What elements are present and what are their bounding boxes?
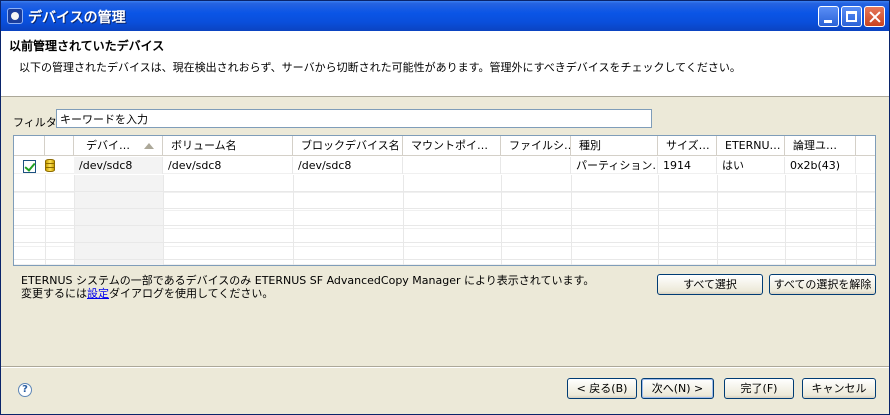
close-button[interactable] bbox=[864, 6, 885, 27]
column-header-mount-point[interactable]: マウントポイ… bbox=[403, 136, 501, 156]
row-checkbox[interactable] bbox=[23, 160, 36, 173]
next-button[interactable]: 次へ(N) > bbox=[641, 378, 714, 399]
column-header-eternus[interactable]: ETERNU… bbox=[717, 136, 785, 156]
cell-logical-unit: 0x2b(43) bbox=[785, 157, 856, 174]
table-column-lines bbox=[14, 175, 875, 265]
column-header-icon[interactable] bbox=[45, 136, 74, 156]
column-header-size[interactable]: サイズ… bbox=[658, 136, 717, 156]
info-note-prefix: 変更するには bbox=[21, 287, 87, 300]
wizard-header: 以前管理されていたデバイス 以下の管理されたデバイスは、現在検出されおらず、サー… bbox=[1, 31, 889, 97]
cell-size: 1914 bbox=[658, 157, 717, 174]
title-bar[interactable]: デバイスの管理 bbox=[1, 1, 889, 31]
cell-block-device-name: /dev/sdc8 bbox=[293, 157, 403, 174]
cell-type: パーティション… bbox=[571, 157, 658, 174]
column-header-device[interactable]: デバイ… bbox=[74, 136, 163, 156]
app-icon bbox=[7, 8, 23, 24]
page-title: 以前管理されていたデバイス bbox=[9, 39, 165, 53]
cancel-button[interactable]: キャンセル bbox=[802, 378, 876, 399]
maximize-button[interactable] bbox=[841, 6, 862, 27]
select-all-button[interactable]: すべて選択 bbox=[657, 274, 763, 295]
cell-mount-point bbox=[403, 157, 501, 174]
table-row[interactable]: /dev/sdc8 /dev/sdc8 /dev/sdc8 パーティション… 1… bbox=[14, 157, 875, 174]
window-title: デバイスの管理 bbox=[28, 10, 126, 26]
table-header: デバイ… ボリューム名 ブロックデバイス名 マウントポイ… ファイルシ… 種別 … bbox=[14, 136, 875, 156]
cell-filesystem bbox=[501, 157, 571, 174]
disk-icon bbox=[45, 159, 55, 172]
footer-separator bbox=[1, 366, 889, 368]
info-note-suffix: ダイアログを使用してください。 bbox=[109, 287, 274, 300]
sort-ascending-icon bbox=[144, 143, 154, 149]
info-note-line2: 変更するには設定ダイアログを使用してください。 bbox=[21, 287, 594, 300]
settings-link[interactable]: 設定 bbox=[87, 287, 109, 300]
finish-button[interactable]: 完了(F) bbox=[724, 378, 794, 399]
info-note: ETERNUS システムの一部であるデバイスのみ ETERNUS SF Adva… bbox=[21, 274, 594, 300]
column-header-block-device-name[interactable]: ブロックデバイス名 bbox=[293, 136, 403, 156]
cell-device: /dev/sdc8 bbox=[74, 157, 163, 174]
filter-input[interactable] bbox=[56, 109, 652, 128]
help-icon[interactable]: ? bbox=[18, 383, 32, 397]
cell-volume-name: /dev/sdc8 bbox=[163, 157, 293, 174]
column-header-device-label: デバイ… bbox=[86, 139, 130, 152]
back-button[interactable]: < 戻る(B) bbox=[567, 378, 637, 399]
column-header-logical-unit[interactable]: 論理ユ… bbox=[785, 136, 856, 156]
column-header-check[interactable] bbox=[14, 136, 45, 156]
info-note-line1: ETERNUS システムの一部であるデバイスのみ ETERNUS SF Adva… bbox=[21, 274, 595, 287]
deselect-all-button[interactable]: すべての選択を解除 bbox=[769, 274, 876, 295]
column-header-volume-name[interactable]: ボリューム名 bbox=[163, 136, 293, 156]
page-description: 以下の管理されたデバイスは、現在検出されおらず、サーバから切断された可能性があり… bbox=[19, 61, 741, 74]
column-header-filesystem[interactable]: ファイルシ… bbox=[501, 136, 571, 156]
minimize-button[interactable] bbox=[818, 6, 839, 27]
cell-eternus: はい bbox=[717, 157, 785, 174]
device-table: デバイ… ボリューム名 ブロックデバイス名 マウントポイ… ファイルシ… 種別 … bbox=[13, 135, 876, 266]
filter-label: フィルタ: bbox=[13, 116, 61, 129]
device-management-dialog: デバイスの管理 以前管理されていたデバイス 以下の管理されたデバイスは、現在検出… bbox=[0, 0, 890, 415]
column-header-type[interactable]: 種別 bbox=[571, 136, 658, 156]
